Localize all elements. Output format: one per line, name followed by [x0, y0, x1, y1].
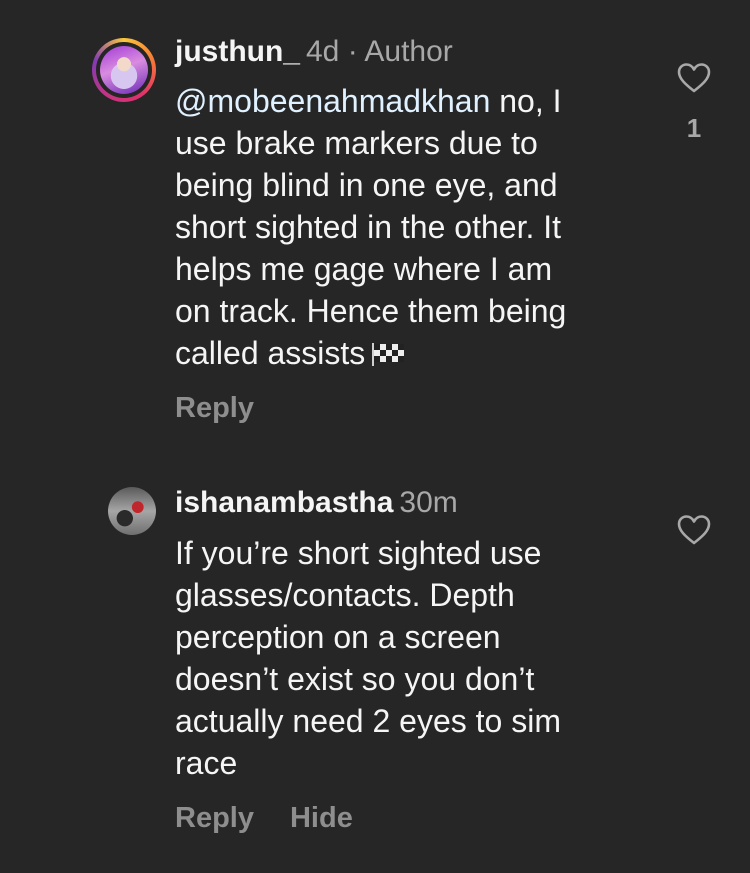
username[interactable]: ishanambastha: [175, 486, 393, 519]
comment-text-line: being blind in one eye, and: [175, 167, 558, 203]
comment-text-line: If you’re short sighted use: [175, 535, 542, 571]
comment-text-line: doesn’t exist so you don’t: [175, 661, 535, 697]
like-count: 1: [686, 113, 702, 143]
comment-text-line: perception on a screen: [175, 619, 501, 655]
comment-actions: Reply: [175, 392, 254, 425]
comment-text-line: short sighted in the other. It: [175, 209, 562, 245]
comment-meta: 4d · Author: [306, 35, 453, 68]
comment-header: ishanambastha 30m: [175, 485, 458, 521]
heart-icon[interactable]: [677, 62, 711, 94]
comment-text-line: on track. Hence them being: [175, 293, 567, 329]
comment-text: @mobeenahmadkhan no, I use brake markers…: [175, 80, 665, 374]
avatar-story-ring[interactable]: [92, 38, 156, 102]
avatar[interactable]: [108, 487, 156, 535]
reply-button[interactable]: Reply: [175, 392, 254, 424]
heart-icon[interactable]: [677, 514, 711, 546]
chequered-flag-icon: [372, 343, 405, 366]
mention-link[interactable]: @mobeenahmadkhan: [175, 83, 490, 119]
comment-actions: Reply Hide: [175, 802, 353, 835]
comment-text-line: use brake markers due to: [175, 125, 538, 161]
avatar-ring-gap: [96, 42, 152, 98]
comment-text-line: race: [175, 745, 238, 781]
comment-text-line: called assists: [175, 335, 366, 371]
comment-text-line: no, I: [499, 83, 562, 119]
comment-header: justhun_ 4d · Author: [175, 34, 453, 70]
comment-text-line: actually need 2 eyes to sim: [175, 703, 561, 739]
comment-text-line: glasses/contacts. Depth: [175, 577, 515, 613]
comment-text: If you’re short sighted use glasses/cont…: [175, 532, 665, 784]
comment-text-line: helps me gage where I am: [175, 251, 553, 287]
reply-button[interactable]: Reply: [175, 802, 254, 834]
avatar: [100, 46, 148, 94]
hide-button[interactable]: Hide: [290, 802, 353, 834]
username[interactable]: justhun_: [175, 35, 300, 68]
comment-meta: 30m: [399, 486, 458, 519]
